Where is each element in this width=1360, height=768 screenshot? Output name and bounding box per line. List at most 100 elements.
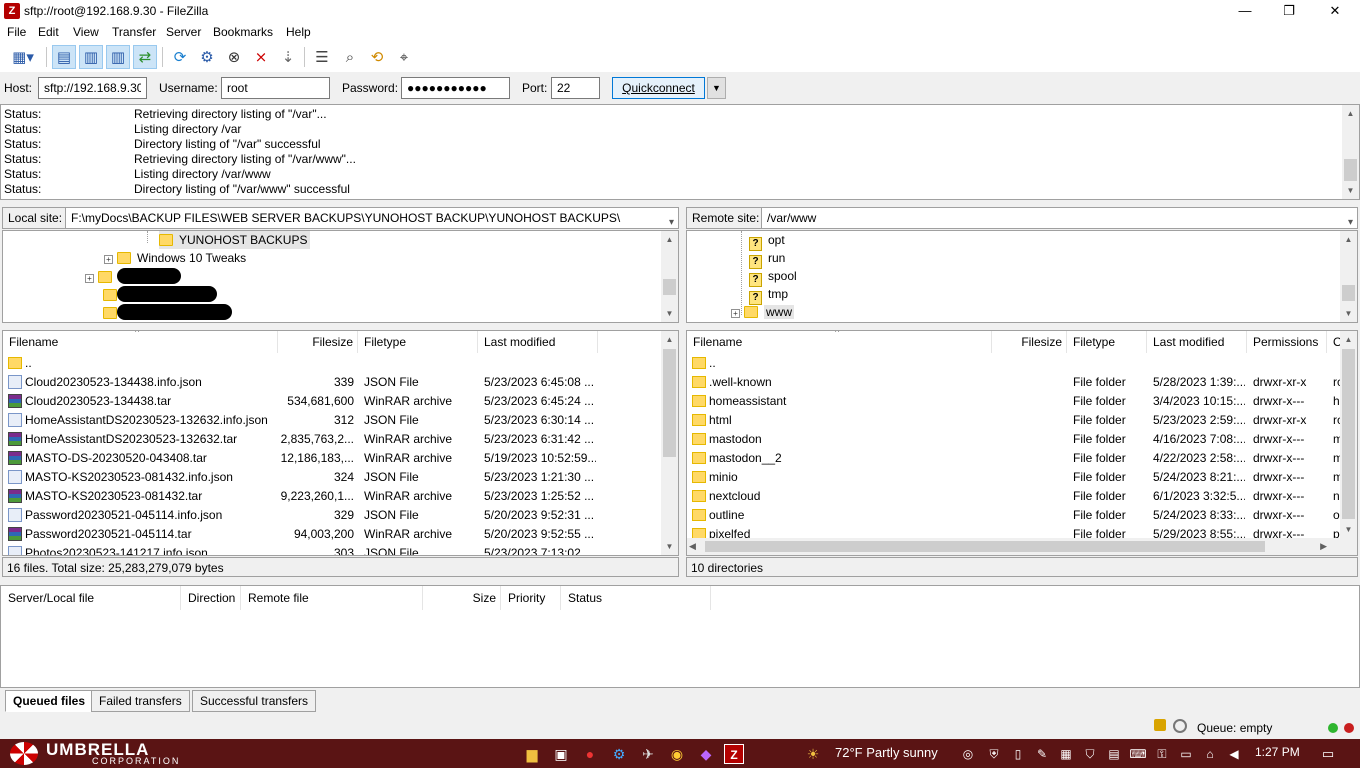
tree-item-redacted[interactable]: + — [85, 268, 118, 286]
weather-text[interactable]: 72°F Partly sunny — [835, 745, 938, 760]
remote-path-input[interactable]: /var/www ▾ — [761, 207, 1358, 229]
transfer-queue[interactable]: Server/Local file Direction Remote file … — [0, 585, 1360, 688]
speed-limit-icon[interactable] — [1173, 719, 1187, 733]
tree-item-yunohost-backups[interactable]: YUNOHOST BACKUPS — [159, 231, 311, 249]
volume-icon[interactable]: ◀ — [1224, 744, 1244, 764]
menu-help[interactable]: Help — [286, 25, 311, 39]
toggle-local-tree-icon[interactable]: ▥ — [79, 45, 103, 69]
quickconnect-history-dropdown[interactable]: ▼ — [707, 77, 726, 99]
app-icon[interactable]: ⚙ — [609, 744, 629, 764]
username-input[interactable] — [221, 77, 330, 99]
column-header-status[interactable]: Status — [561, 586, 711, 610]
message-log[interactable]: Status: Retrieving directory listing of "… — [0, 104, 1360, 200]
tray-icon[interactable]: ✎ — [1032, 744, 1052, 764]
column-header-filename[interactable]: Filename — [687, 331, 992, 353]
table-row[interactable]: outline File folder 5/24/2023 8:33:... drwx… — [687, 506, 1345, 525]
tree-item-www[interactable]: + www — [731, 303, 794, 321]
tab-queued-files[interactable]: Queued files — [5, 690, 94, 712]
tab-failed-transfers[interactable]: Failed transfers — [91, 690, 190, 712]
notifications-icon[interactable]: ▭ — [1318, 744, 1338, 764]
battery-icon[interactable]: ▭ — [1176, 744, 1196, 764]
table-row[interactable]: html File folder 5/23/2023 2:59:... drwxr-x… — [687, 411, 1343, 430]
toggle-log-icon[interactable]: ▤ — [52, 45, 76, 69]
menu-bookmarks[interactable]: Bookmarks — [213, 25, 273, 39]
expand-icon[interactable]: + — [85, 274, 94, 283]
chevron-down-icon[interactable]: ▾ — [669, 213, 674, 228]
table-row[interactable]: MASTO-DS-20230520-043408.tar 12,186,183,.… — [3, 449, 661, 468]
tree-item-opt[interactable]: ? opt — [749, 231, 785, 251]
expand-icon[interactable]: + — [104, 255, 113, 264]
tray-icon[interactable]: ▦ — [1056, 744, 1076, 764]
tree-item-spool[interactable]: ? spool — [749, 267, 797, 287]
menu-file[interactable]: File — [7, 25, 26, 39]
column-header-filesize[interactable]: Filesize — [278, 331, 358, 353]
quickconnect-button[interactable]: Quickconnect — [612, 77, 705, 99]
tree-item-tmp[interactable]: ? tmp — [749, 285, 788, 305]
remote-file-list[interactable]: Filename ^ Filesize Filetype Last modifi… — [686, 330, 1358, 556]
tree-item-windows-10-tweaks[interactable]: + Windows 10 Tweaks — [104, 249, 246, 267]
clock[interactable]: 1:27 PM — [1255, 745, 1300, 759]
column-header-filetype[interactable]: Filetype — [358, 331, 478, 353]
tree-item-run[interactable]: ? run — [749, 249, 785, 269]
table-row[interactable]: Cloud20230523-134438.tar 534,681,600 WinRA… — [3, 392, 661, 411]
remote-directory-tree[interactable]: ? opt ? run ? spool ? tmp + www ▲ ▼ — [686, 230, 1358, 323]
table-row[interactable]: homeassistant File folder 3/4/2023 10:15:.… — [687, 392, 1345, 411]
remote-list-scrollbar[interactable]: ▲ ▼ — [1340, 331, 1357, 555]
column-header-filesize[interactable]: Filesize — [992, 331, 1067, 353]
table-row[interactable]: Photos20230523-141217.info.json 303 JSON F… — [3, 544, 661, 555]
table-row[interactable]: Password20230521-045114.info.json 329 JSON… — [3, 506, 661, 525]
menu-server[interactable]: Server — [166, 25, 201, 39]
table-row[interactable]: MASTO-KS20230523-081432.info.json 324 JSON… — [3, 468, 661, 487]
column-header-remote-file[interactable]: Remote file — [241, 586, 423, 610]
local-file-list[interactable]: Filename ^ Filesize Filetype Last modifi… — [2, 330, 679, 556]
table-row[interactable]: mastodon File folder 4/16/2023 7:08:... drw… — [687, 430, 1343, 449]
close-button[interactable]: ✕ — [1312, 0, 1358, 22]
table-row[interactable]: MASTO-KS20230523-081432.tar 9,223,260,1..… — [3, 487, 661, 506]
minimize-button[interactable]: — — [1222, 0, 1268, 22]
port-input[interactable] — [551, 77, 600, 99]
maximize-button[interactable]: ❐ — [1266, 0, 1312, 22]
table-row[interactable]: HomeAssistantDS20230523-132632.info.json… — [3, 411, 661, 430]
table-row[interactable]: minio File folder 5/24/2023 8:21:... drwxr-… — [687, 468, 1343, 487]
table-row[interactable]: .. — [687, 354, 1341, 373]
menu-view[interactable]: View — [73, 25, 99, 39]
password-input[interactable] — [401, 77, 510, 99]
sync-browse-icon[interactable]: ⟲ — [365, 45, 389, 69]
column-header-priority[interactable]: Priority — [501, 586, 561, 610]
tray-icon[interactable]: ▤ — [1104, 744, 1124, 764]
site-manager-icon[interactable]: ▦▾ — [4, 45, 42, 69]
filter-icon[interactable]: ☰ — [310, 45, 334, 69]
toggle-queue-icon[interactable]: ⇄ — [133, 45, 157, 69]
app-icon[interactable]: ✈ — [638, 744, 658, 764]
remote-list-hscrollbar[interactable]: ◀ ▶ — [687, 538, 1341, 555]
local-list-scrollbar[interactable]: ▲ ▼ — [661, 331, 678, 555]
cancel-icon[interactable]: ⊗ — [222, 45, 246, 69]
column-header-filetype[interactable]: Filetype — [1067, 331, 1147, 353]
local-tree-scrollbar[interactable]: ▲ ▼ — [661, 231, 678, 322]
local-path-input[interactable]: F:\myDocs\BACKUP FILES\WEB SERVER BACKUP… — [65, 207, 679, 229]
expand-icon[interactable]: + — [731, 309, 740, 318]
file-explorer-icon[interactable]: ▆ — [522, 744, 542, 764]
app-icon[interactable]: ▣ — [551, 744, 571, 764]
table-row[interactable]: Cloud20230523-134438.info.json 339 JSON Fi… — [3, 373, 661, 392]
local-directory-tree[interactable]: YUNOHOST BACKUPS + Windows 10 Tweaks + ▲ … — [2, 230, 679, 323]
network-icon[interactable]: ⌂ — [1200, 744, 1220, 764]
table-row[interactable]: Password20230521-045114.tar 94,003,200 Win… — [3, 525, 661, 544]
refresh-icon[interactable]: ⟳ — [168, 45, 192, 69]
menu-edit[interactable]: Edit — [38, 25, 59, 39]
column-header-last-modified[interactable]: Last modified — [1147, 331, 1247, 353]
toggle-compare-icon[interactable]: ⌕ — [338, 45, 362, 69]
column-header-size[interactable]: Size — [423, 586, 501, 610]
filezilla-taskbar-icon[interactable]: Z — [724, 744, 744, 764]
column-header-server-local-file[interactable]: Server/Local file — [1, 586, 181, 610]
tray-icon[interactable]: ⌨ — [1128, 744, 1148, 764]
host-input[interactable] — [38, 77, 147, 99]
column-header-permissions[interactable]: Permissions — [1247, 331, 1327, 353]
tray-icon[interactable]: ◎ — [958, 744, 978, 764]
tray-icon[interactable]: ▯ — [1008, 744, 1028, 764]
chevron-down-icon[interactable]: ▾ — [1348, 213, 1353, 228]
column-header-direction[interactable]: Direction — [181, 586, 241, 610]
shield-icon[interactable]: ⛉ — [1080, 744, 1100, 764]
search-icon[interactable]: ⌖ — [392, 45, 416, 69]
tray-icon[interactable]: ⚿ — [1152, 744, 1172, 764]
